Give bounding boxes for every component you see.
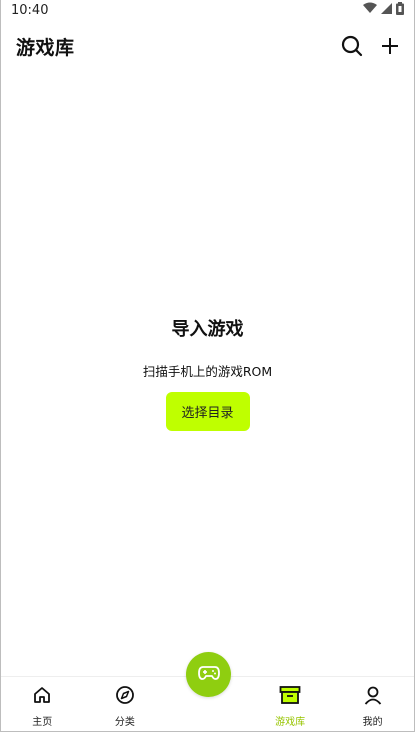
page-title: 游戏库 bbox=[16, 36, 75, 59]
select-directory-button[interactable]: 选择目录 bbox=[165, 392, 250, 431]
compass-icon bbox=[115, 685, 135, 709]
empty-state-description: 扫描手机上的游戏ROM bbox=[142, 364, 273, 379]
home-icon bbox=[32, 685, 52, 709]
nav-label-profile: 我的 bbox=[362, 717, 383, 728]
battery-icon bbox=[396, 1, 404, 19]
status-bar: 10:40 bbox=[1, 0, 414, 20]
nav-label-home: 主页 bbox=[32, 717, 53, 728]
person-icon bbox=[363, 685, 383, 709]
status-time: 10:40 bbox=[11, 2, 49, 18]
nav-item-library[interactable]: 游戏库 bbox=[255, 677, 325, 728]
wifi-icon bbox=[363, 2, 377, 18]
app-bar-actions bbox=[340, 34, 402, 58]
empty-state: 导入游戏 扫描手机上的游戏ROM 选择目录 bbox=[1, 315, 414, 431]
nav-item-category[interactable]: 分类 bbox=[90, 677, 160, 728]
empty-state-title: 导入游戏 bbox=[171, 319, 244, 340]
gamepad-fab-button[interactable] bbox=[186, 652, 231, 697]
gamepad-icon bbox=[197, 665, 220, 685]
nav-item-home[interactable]: 主页 bbox=[7, 677, 77, 728]
nav-label-library: 游戏库 bbox=[275, 717, 306, 728]
signal-icon bbox=[381, 2, 392, 18]
app-screen: 10:40 游戏库 导入游戏 扫描手机上的游戏ROM 选择目录 主页 分类 游戏… bbox=[0, 0, 415, 732]
search-icon[interactable] bbox=[340, 34, 364, 58]
status-icons bbox=[363, 1, 404, 19]
add-icon[interactable] bbox=[378, 34, 402, 58]
app-bar: 游戏库 bbox=[1, 28, 414, 64]
archive-icon bbox=[279, 685, 301, 709]
nav-label-category: 分类 bbox=[114, 717, 135, 728]
nav-item-profile[interactable]: 我的 bbox=[338, 677, 408, 728]
